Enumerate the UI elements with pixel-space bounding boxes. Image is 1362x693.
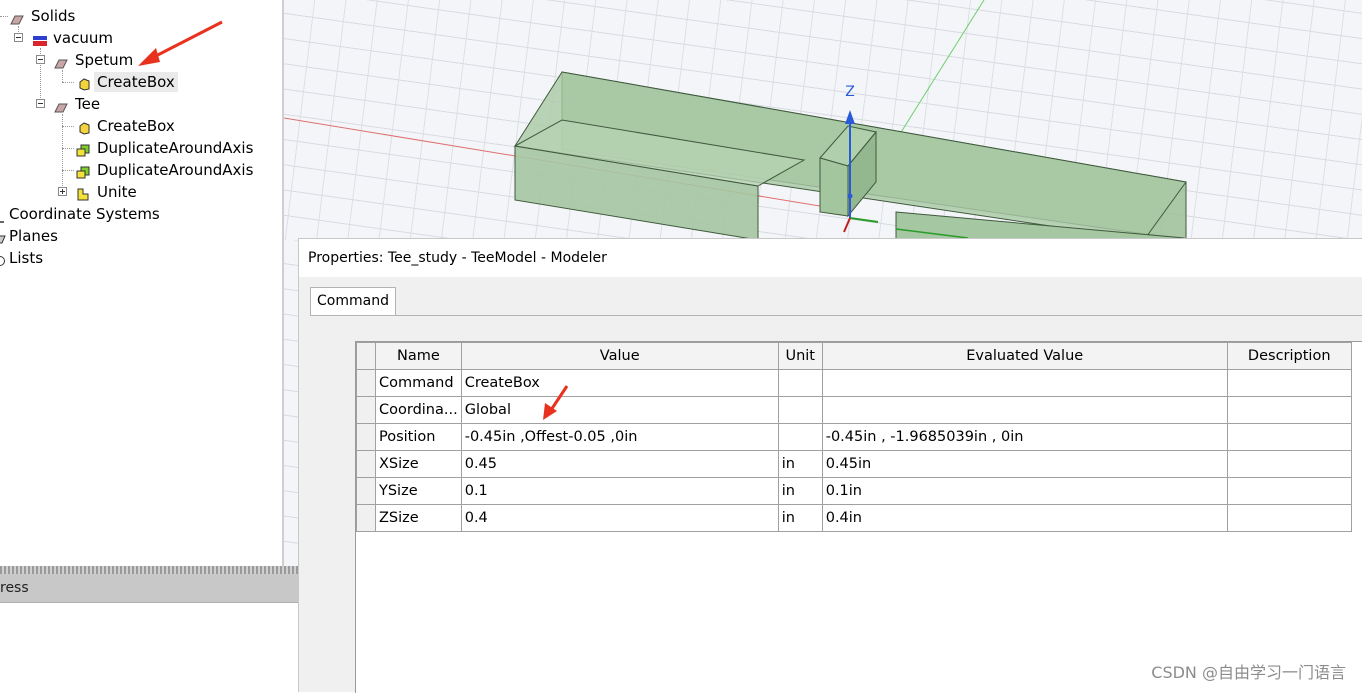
solid-object-icon <box>54 98 68 113</box>
row-selector[interactable] <box>356 450 376 478</box>
cell-unit[interactable]: in <box>777 477 823 505</box>
project-tree: Solids vacuum Spetum CreateBox Tee Creat… <box>0 0 282 566</box>
table-row[interactable]: Command CreateBox <box>356 369 1352 397</box>
tree-label-lists: Lists <box>9 249 44 267</box>
cell-description[interactable] <box>1226 396 1352 424</box>
cell-value[interactable]: Global <box>460 396 779 424</box>
row-selector[interactable] <box>356 396 376 424</box>
table-row[interactable]: XSize 0.45 in 0.45in <box>356 450 1352 478</box>
z-axis-label: Z <box>845 84 855 100</box>
unite-icon <box>76 186 89 201</box>
createbox-icon <box>78 120 91 135</box>
row-selector[interactable] <box>356 504 376 532</box>
cell-name: YSize <box>375 477 462 505</box>
cell-unit[interactable] <box>777 423 823 451</box>
column-header-name[interactable]: Name <box>375 342 462 370</box>
annotation-arrow-icon <box>543 385 569 420</box>
tree-label-solids: Solids <box>31 7 76 25</box>
tee-model-drawing: Z <box>284 0 1187 240</box>
cell-evaluated <box>821 396 1228 424</box>
row-header-corner <box>356 342 376 370</box>
cell-evaluated: 0.4in <box>821 504 1228 532</box>
progress-panel-body <box>0 603 298 691</box>
duplicate-icon <box>76 142 90 157</box>
expand-toggle[interactable] <box>58 187 67 196</box>
tree-label-createbox: CreateBox <box>97 117 175 135</box>
cell-unit[interactable] <box>777 369 823 397</box>
cell-name: Coordina... <box>375 396 462 424</box>
collapse-toggle[interactable] <box>36 55 45 64</box>
table-row[interactable]: YSize 0.1 in 0.1in <box>356 477 1352 505</box>
cell-value[interactable]: 0.4 <box>460 504 779 532</box>
properties-dialog: Properties: Tee_study - TeeModel - Model… <box>298 238 1362 693</box>
3d-modeler-viewport[interactable]: Z <box>284 0 1362 240</box>
collapse-toggle[interactable] <box>36 99 45 108</box>
cell-value[interactable]: 0.45 <box>460 450 779 478</box>
tree-label-duplicate: DuplicateAroundAxis <box>97 161 254 179</box>
progress-panel-title: ress <box>0 580 29 596</box>
cell-evaluated <box>821 369 1228 397</box>
collapse-toggle[interactable] <box>14 33 23 42</box>
properties-table: Name Value Unit Evaluated Value Descript… <box>356 342 1352 532</box>
tree-label-planes: Planes <box>9 227 58 245</box>
properties-title: Properties: Tee_study - TeeModel - Model… <box>308 250 607 266</box>
cell-description[interactable] <box>1226 450 1352 478</box>
createbox-icon <box>78 76 91 91</box>
tree-label-spetum: Spetum <box>75 51 134 69</box>
progress-panel-header: ress <box>0 574 298 603</box>
duplicate-icon <box>76 164 90 179</box>
cell-unit[interactable]: in <box>777 504 823 532</box>
cell-description[interactable] <box>1226 369 1352 397</box>
cell-evaluated: -0.45in , -1.9685039in , 0in <box>821 423 1228 451</box>
tree-label-coordinate-systems: Coordinate Systems <box>9 205 160 223</box>
cell-evaluated: 0.1in <box>821 477 1228 505</box>
septum-box-front <box>819 157 849 217</box>
cell-value[interactable]: 0.1 <box>460 477 779 505</box>
cell-name: XSize <box>375 450 462 478</box>
row-selector[interactable] <box>356 369 376 397</box>
cell-name: Command <box>375 369 462 397</box>
cell-value[interactable]: -0.45in ,Offest-0.05 ,0in <box>460 423 779 451</box>
panel-splitter[interactable] <box>0 566 298 574</box>
table-row[interactable]: Coordina... Global <box>356 396 1352 424</box>
tree-label-duplicate: DuplicateAroundAxis <box>97 139 254 157</box>
cell-description[interactable] <box>1226 477 1352 505</box>
row-selector[interactable] <box>356 423 376 451</box>
cell-name: ZSize <box>375 504 462 532</box>
cell-description[interactable] <box>1226 423 1352 451</box>
tab-command[interactable]: Command <box>310 287 396 316</box>
watermark: CSDN @自由学习一门语言 <box>1151 663 1346 682</box>
cell-evaluated: 0.45in <box>821 450 1228 478</box>
cell-value[interactable]: CreateBox <box>460 369 779 397</box>
properties-title-bar[interactable]: Properties: Tee_study - TeeModel - Model… <box>299 239 1362 277</box>
column-header-evaluated-value[interactable]: Evaluated Value <box>821 342 1228 370</box>
row-selector[interactable] <box>356 477 376 505</box>
annotation-arrow-icon <box>138 20 223 66</box>
tree-label-unite: Unite <box>97 183 137 201</box>
table-row[interactable]: Position -0.45in ,Offest-0.05 ,0in -0.45… <box>356 423 1352 451</box>
table-header-row: Name Value Unit Evaluated Value Descript… <box>356 342 1352 370</box>
tree-label-tee: Tee <box>75 95 101 113</box>
cell-unit[interactable]: in <box>777 450 823 478</box>
column-header-description[interactable]: Description <box>1226 342 1352 370</box>
cell-description[interactable] <box>1226 504 1352 532</box>
cell-name: Position <box>375 423 462 451</box>
properties-grid: Name Value Unit Evaluated Value Descript… <box>355 341 1362 693</box>
tree-label-createbox: CreateBox <box>94 72 178 92</box>
solid-object-icon <box>54 54 68 69</box>
cell-unit[interactable] <box>777 396 823 424</box>
tab-divider <box>310 315 1362 316</box>
tree-label-vacuum: vacuum <box>53 29 113 47</box>
solid-group-icon <box>10 10 24 25</box>
column-header-unit[interactable]: Unit <box>777 342 823 370</box>
column-header-value[interactable]: Value <box>460 342 779 370</box>
table-row[interactable]: ZSize 0.4 in 0.4in <box>356 504 1352 532</box>
material-icon <box>32 32 47 46</box>
